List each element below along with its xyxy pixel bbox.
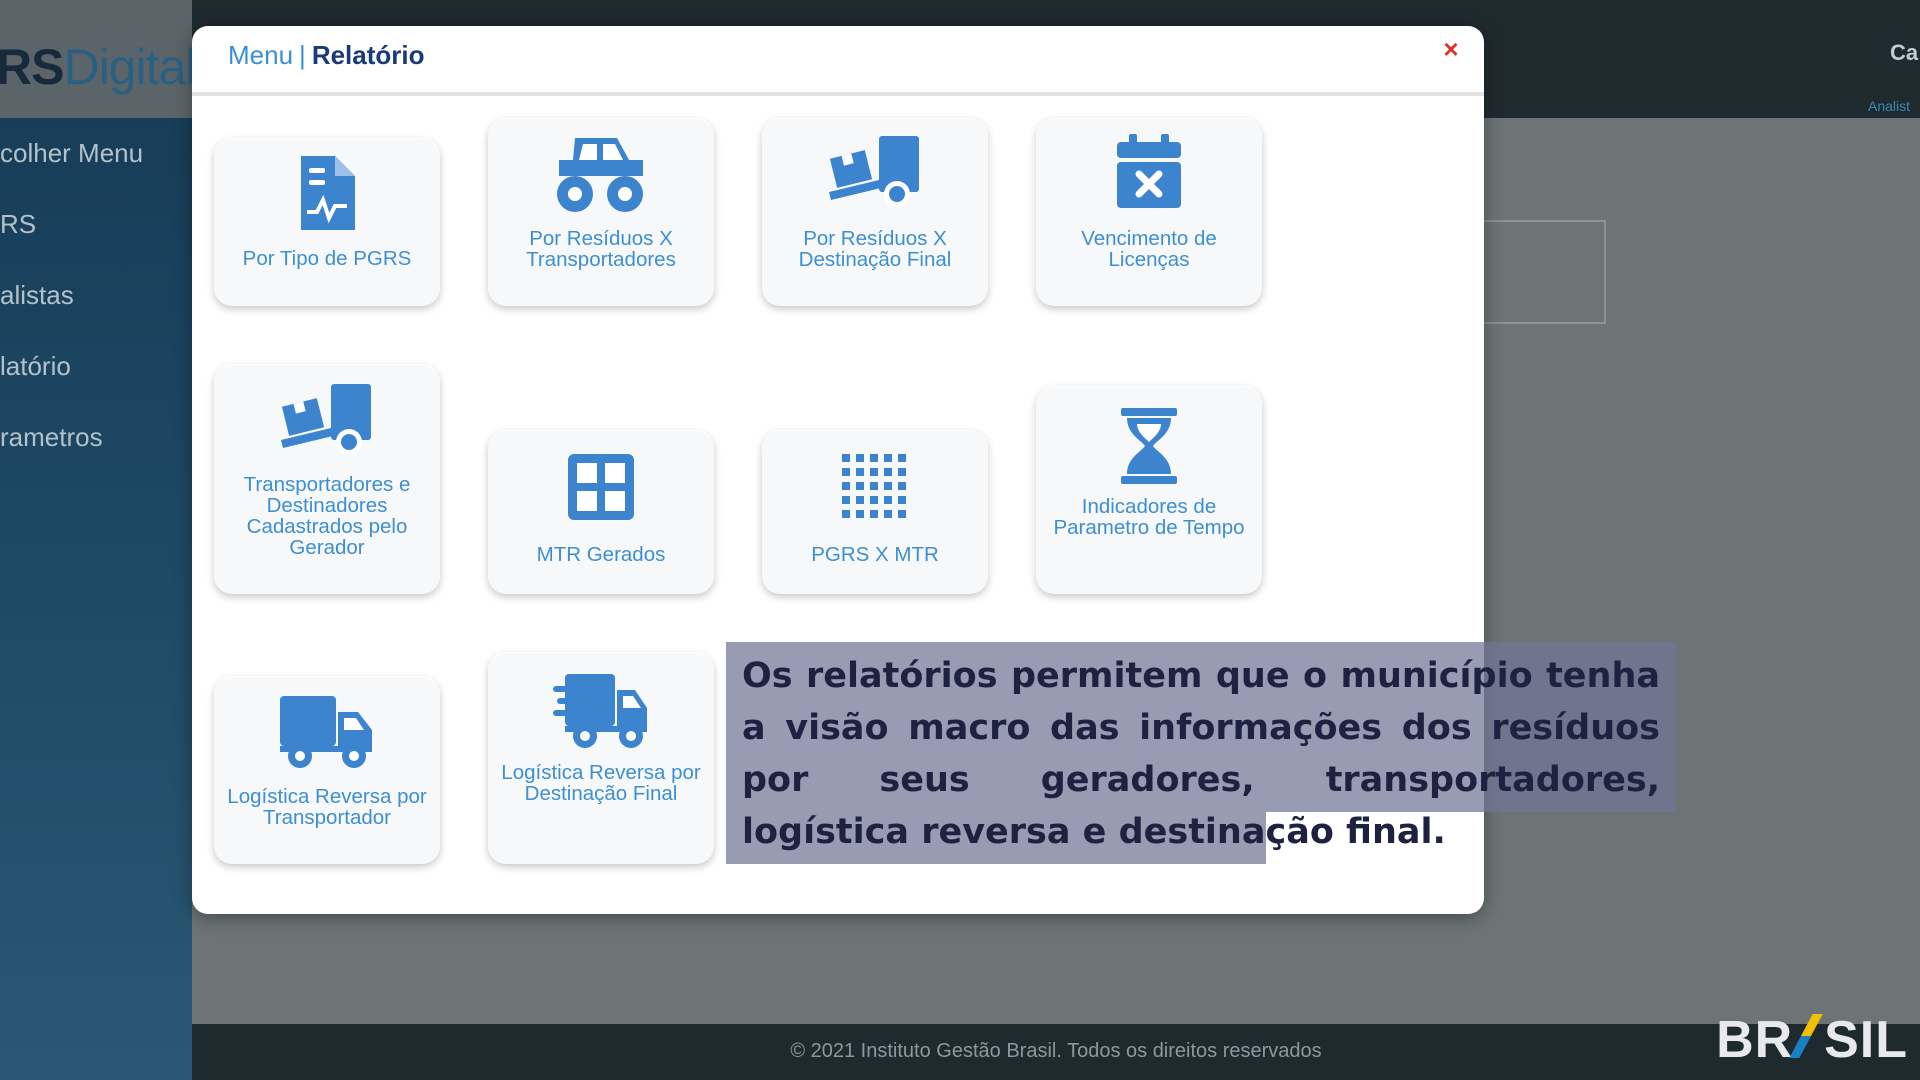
tile-label: Logística Reversa por Transportador (227, 785, 427, 829)
tile-residuos-transportadores[interactable]: Por Resíduos X Transportadores (488, 118, 714, 306)
tile-pgrs-x-mtr[interactable]: PGRS X MTR (762, 430, 988, 594)
truck-icon (214, 694, 440, 770)
breadcrumb: Menu | Relatório (228, 40, 425, 71)
hourglass-icon (1036, 408, 1262, 484)
close-button[interactable]: × (1436, 34, 1466, 64)
tile-label: Por Tipo de PGRS (242, 247, 412, 270)
tile-vencimento-licencas[interactable]: Vencimento de Licenças (1036, 118, 1262, 306)
sidebar-item-pgrs[interactable]: RS (0, 204, 192, 244)
calendar-times-icon (1036, 134, 1262, 210)
tile-label: Por Resíduos X Destinação Final (798, 227, 952, 271)
tile-label: PGRS X MTR (811, 543, 939, 566)
grid-icon (488, 454, 714, 520)
background-panel (1484, 220, 1606, 324)
sidebar-item-parametros[interactable]: rametros (0, 417, 192, 457)
user-role: Analist (1868, 98, 1911, 114)
sidebar-item-collapse-menu[interactable]: colher Menu (0, 133, 192, 173)
dolly-boxes-icon (762, 134, 988, 210)
tile-por-tipo-de-pgrs[interactable]: Por Tipo de PGRS (214, 138, 440, 306)
tile-label: Logística Reversa por Destinação Final (501, 761, 701, 805)
brasil-watermark-logo: BR SIL (1716, 1011, 1908, 1069)
breadcrumb-menu-link[interactable]: Menu (228, 40, 293, 70)
footer: © 2021 Instituto Gestão Brasil. Todos os… (192, 1024, 1920, 1080)
caption-text: Os relatórios permitem que o município t… (742, 656, 1660, 852)
user-menu[interactable]: Ca (1890, 40, 1920, 66)
sidebar-item-relatorio[interactable]: latório (0, 346, 192, 386)
dolly-boxes-icon (214, 382, 440, 458)
sidebar: RSDigital colher Menu RS alistas latório… (0, 0, 192, 1080)
tile-transportadores-destinadores-cadastrados[interactable]: Transportadores e Destinadores Cadastrad… (214, 364, 440, 594)
tile-label: Transportadores e Destinadores Cadastrad… (243, 473, 411, 559)
tile-label: Por Resíduos X Transportadores (526, 227, 676, 271)
tile-logistica-reversa-destinacao-final[interactable]: Logística Reversa por Destinação Final (488, 652, 714, 864)
app-logo: RSDigital (0, 0, 192, 118)
tile-label: Indicadores de Parametro de Tempo (1053, 495, 1245, 539)
tile-logistica-reversa-transportador[interactable]: Logística Reversa por Transportador (214, 676, 440, 864)
tile-label: MTR Gerados (536, 543, 666, 566)
monster-truck-icon (488, 134, 714, 214)
breadcrumb-separator: | (299, 40, 306, 70)
tile-label: Vencimento de Licenças (1081, 227, 1217, 271)
modal-header: Menu | Relatório × (192, 26, 1484, 96)
breadcrumb-current: Relatório (311, 40, 425, 70)
footer-copyright: © 2021 Instituto Gestão Brasil. Todos os… (790, 1040, 1322, 1062)
tile-indicadores-parametro-tempo[interactable]: Indicadores de Parametro de Tempo (1036, 386, 1262, 594)
dots-grid-icon (762, 454, 988, 520)
document-chart-icon (214, 156, 440, 230)
tile-residuos-destinacao-final[interactable]: Por Resíduos X Destinação Final (762, 118, 988, 306)
sidebar-item-analistas[interactable]: alistas (0, 275, 192, 315)
tile-mtr-gerados[interactable]: MTR Gerados (488, 430, 714, 594)
fast-truck-icon (488, 672, 714, 752)
